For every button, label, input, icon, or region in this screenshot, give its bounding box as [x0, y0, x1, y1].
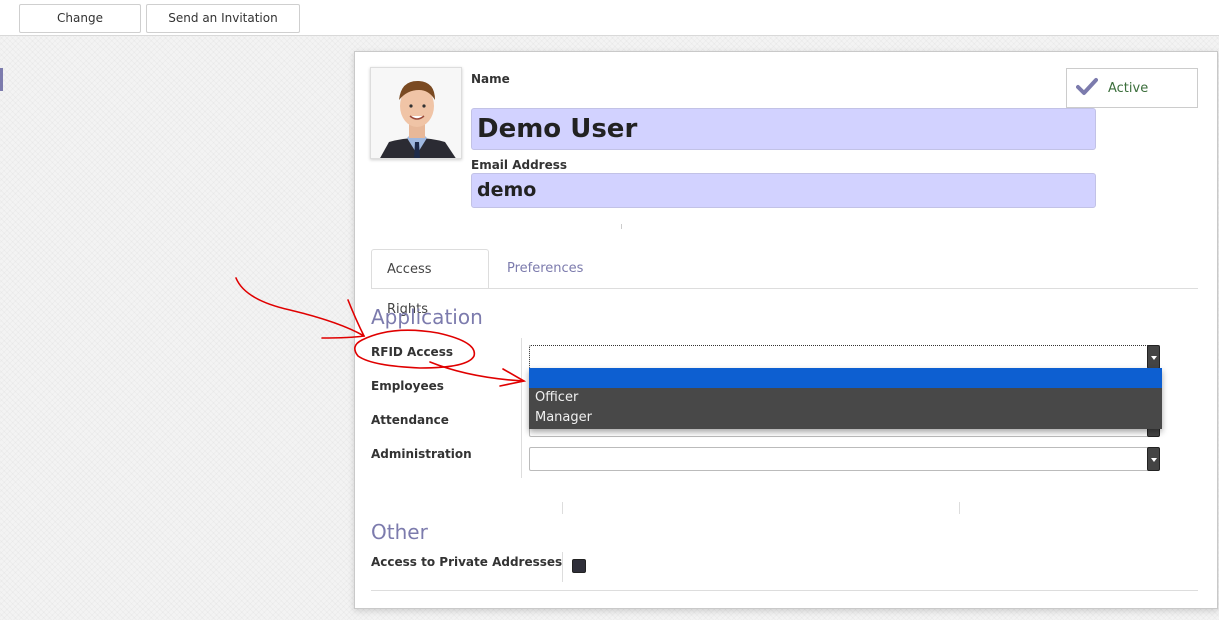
checkmark-icon — [1076, 77, 1098, 101]
divider-tick-right — [959, 502, 960, 514]
left-edge-marker — [0, 68, 3, 91]
chevron-down-icon — [1147, 345, 1160, 369]
rfid-access-dropdown-list: Officer Manager — [529, 368, 1162, 429]
chevron-down-icon — [1147, 447, 1160, 471]
separator-tick — [621, 224, 622, 229]
attendance-label: Attendance — [371, 413, 449, 427]
application-section-title: Application — [371, 305, 483, 329]
rfid-access-select[interactable] — [529, 345, 1160, 369]
administration-label: Administration — [371, 447, 472, 461]
administration-select[interactable] — [529, 447, 1160, 471]
tabs-divider — [371, 288, 1198, 289]
send-invitation-button[interactable]: Send an Invitation Email — [146, 4, 300, 52]
dropdown-option-officer[interactable]: Officer — [529, 388, 1162, 408]
application-column-divider — [521, 338, 522, 478]
dropdown-option-manager[interactable]: Manager — [529, 408, 1162, 428]
top-toolbar: Change Password Send an Invitation Email — [0, 0, 1219, 52]
change-password-button[interactable]: Change Password — [19, 4, 141, 52]
user-form-sheet: Name Demo User Email Address demo Active… — [354, 51, 1218, 609]
email-label: Email Address — [471, 158, 568, 172]
name-field[interactable]: Demo User — [471, 108, 1096, 150]
private-addresses-label: Access to Private Addresses — [371, 555, 563, 569]
private-addresses-checkbox[interactable] — [572, 559, 586, 573]
sheet-bottom-divider — [371, 590, 1198, 591]
active-toggle-button[interactable]: Active — [1066, 68, 1198, 108]
rfid-access-label: RFID Access — [371, 345, 453, 359]
other-column-divider — [562, 552, 563, 582]
name-label: Name — [471, 72, 510, 86]
other-section-title: Other — [371, 520, 428, 544]
active-label: Active — [1108, 81, 1149, 96]
user-avatar-photo-icon — [371, 68, 461, 158]
email-field[interactable]: demo — [471, 173, 1096, 208]
user-avatar[interactable] — [370, 67, 462, 159]
tab-preferences[interactable]: Preferences — [492, 249, 598, 289]
employees-label: Employees — [371, 379, 444, 393]
dropdown-option-empty[interactable] — [529, 368, 1162, 388]
tab-access-rights[interactable]: Access Rights — [371, 249, 489, 317]
divider-tick-left — [562, 502, 563, 514]
